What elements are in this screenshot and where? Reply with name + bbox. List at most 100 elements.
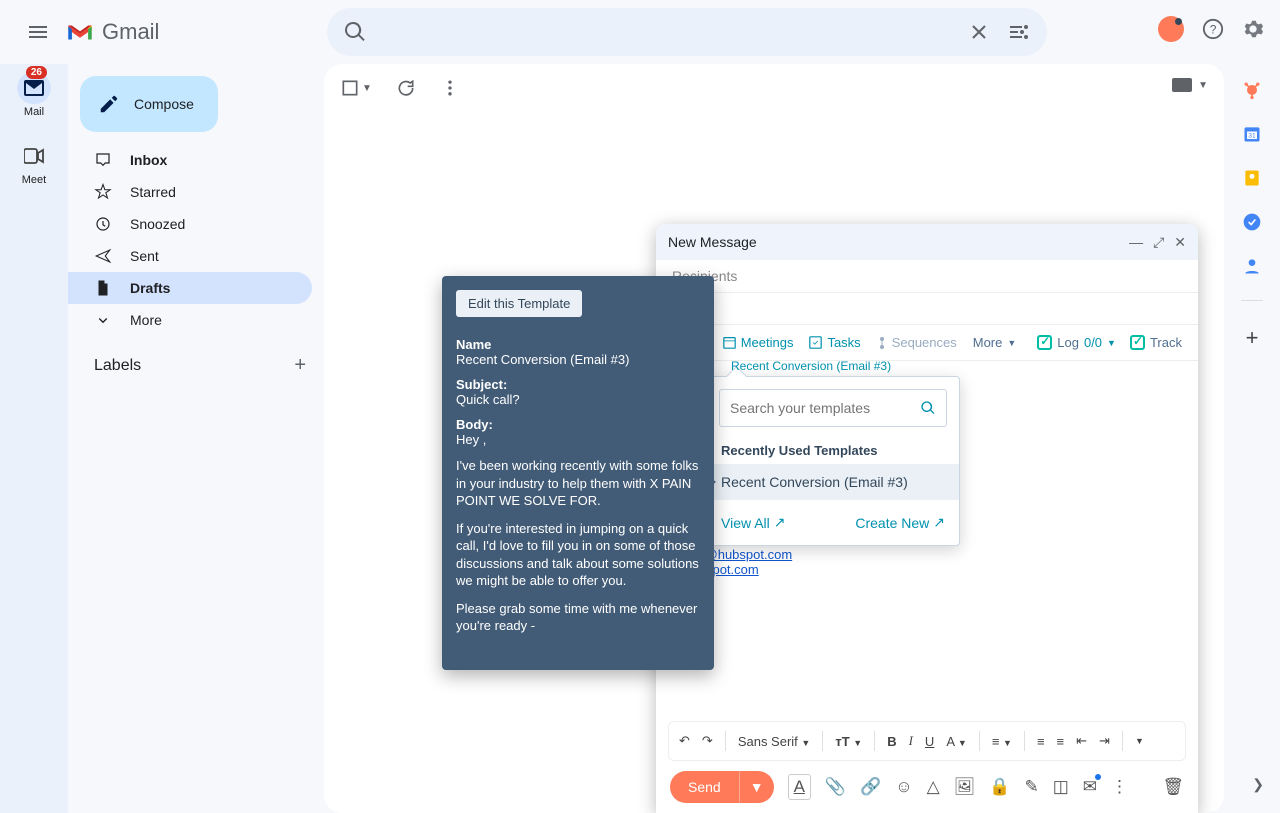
align-icon[interactable]: ≡ ▼	[992, 734, 1012, 749]
refresh-icon[interactable]	[396, 78, 416, 98]
mail-badge: 26	[26, 66, 47, 79]
rail-meet[interactable]: Meet	[17, 140, 51, 186]
search-bar[interactable]	[327, 8, 1047, 56]
main-menu-button[interactable]	[26, 20, 50, 44]
link-icon[interactable]: 🔗	[860, 777, 881, 797]
minimize-button[interactable]: —	[1129, 234, 1143, 251]
preview-name-label: Name	[456, 337, 700, 352]
subject-field[interactable]	[656, 293, 1198, 325]
compose-title: New Message	[668, 234, 757, 250]
preview-subject-label: Subject:	[456, 377, 700, 392]
labels-header: Labels	[94, 357, 141, 375]
nav-drafts[interactable]: Drafts	[68, 272, 312, 304]
font-size-icon[interactable]: тT ▼	[835, 734, 862, 749]
nav-more[interactable]: More	[68, 304, 312, 336]
discard-icon[interactable]: 🗑	[1162, 777, 1184, 797]
fullscreen-button[interactable]: ⤢	[1153, 234, 1164, 251]
hs-sequences[interactable]: Sequences	[877, 335, 957, 350]
search-icon[interactable]	[343, 20, 367, 44]
hs-log[interactable]: Log 0/0 ▼	[1037, 335, 1116, 350]
drive-icon[interactable]: △	[927, 777, 940, 797]
hubspot-icon[interactable]	[1158, 16, 1184, 42]
hs-track[interactable]: Track	[1130, 335, 1182, 350]
hubspot-toolbar: plates Meetings Tasks Sequences More ▼ L…	[656, 325, 1198, 361]
recipients-field[interactable]: Recipients	[656, 260, 1198, 293]
bullet-list-icon[interactable]: ≡	[1057, 734, 1065, 749]
input-tools-button[interactable]: ▼	[1172, 78, 1208, 92]
compose-label: Compose	[134, 96, 194, 112]
nav-inbox[interactable]: Inbox	[68, 144, 312, 176]
contacts-side-icon[interactable]	[1242, 256, 1262, 276]
layout-icon[interactable]: ◫	[1053, 777, 1069, 797]
format-toolbar: ↶ ↷ Sans Serif ▼ тT ▼ B I U A ▼ ≡ ▼ ≡ ≡ …	[668, 721, 1186, 761]
italic-icon[interactable]: I	[909, 733, 913, 749]
compose-button[interactable]: Compose	[80, 76, 218, 132]
calendar-side-icon[interactable]: 31	[1242, 124, 1262, 144]
send-button[interactable]: Send▼	[670, 771, 774, 803]
clear-search-icon[interactable]	[967, 20, 991, 44]
hs-more[interactable]: More ▼	[973, 335, 1017, 350]
indent-icon[interactable]: ⇥	[1099, 733, 1110, 749]
support-icon[interactable]: ?	[1202, 18, 1224, 40]
settings-icon[interactable]	[1242, 18, 1264, 40]
nav-sent[interactable]: Sent	[68, 240, 312, 272]
add-addon-button[interactable]: +	[1246, 325, 1259, 351]
template-preview-tooltip: Edit this Template Name Recent Conversio…	[442, 276, 714, 670]
emoji-icon[interactable]: ☺	[895, 777, 912, 797]
text-color-icon[interactable]: A ▼	[946, 734, 967, 749]
tasks-side-icon[interactable]	[1242, 212, 1262, 232]
select-all-checkbox[interactable]: ▼	[340, 78, 372, 98]
nav-snoozed[interactable]: Snoozed	[68, 208, 312, 240]
template-search-icon[interactable]	[920, 400, 936, 416]
template-item-1[interactable]: Recent Conversion (Email #3)	[707, 464, 959, 500]
gmail-logo[interactable]: Gmail	[66, 19, 159, 45]
text-format-icon[interactable]: A	[788, 774, 811, 800]
app-name: Gmail	[102, 19, 159, 45]
template-search[interactable]	[719, 389, 947, 427]
redo-icon[interactable]: ↷	[702, 733, 713, 749]
font-select[interactable]: Sans Serif ▼	[738, 734, 811, 749]
preview-body-p2: If you're interested in jumping on a qui…	[456, 520, 700, 590]
recent-templates-header: Recently Used Templates	[707, 439, 959, 464]
confidential-icon[interactable]: 🔒	[989, 777, 1010, 797]
search-options-icon[interactable]	[1007, 20, 1031, 44]
edit-template-button[interactable]: Edit this Template	[456, 290, 582, 317]
view-all-templates[interactable]: View All ↗	[721, 514, 786, 531]
hubspot-side-icon[interactable]	[1242, 80, 1262, 100]
hide-panel-button[interactable]: ❯	[1252, 776, 1264, 793]
templates-popover: Recent Conversion (Email #3) Recently Us…	[706, 376, 960, 546]
create-new-template[interactable]: Create New ↗	[855, 514, 945, 531]
rail-meet-label: Meet	[22, 174, 46, 186]
format-more-icon[interactable]: ▼	[1135, 736, 1144, 746]
close-compose-button[interactable]: ✕	[1174, 234, 1186, 251]
attach-icon[interactable]: 📎	[825, 777, 846, 797]
svg-text:?: ?	[1210, 23, 1217, 37]
preview-body-p3: Please grab some time with me whenever y…	[456, 600, 700, 635]
nav-starred[interactable]: Starred	[68, 176, 312, 208]
more-icon[interactable]	[440, 78, 460, 98]
bold-icon[interactable]: B	[887, 734, 896, 749]
rail-mail-label: Mail	[24, 106, 44, 118]
compose-more-icon[interactable]: ⋮	[1111, 777, 1128, 797]
preview-body-greet: Hey ,	[456, 432, 700, 447]
signature-icon[interactable]: ✎	[1024, 777, 1038, 797]
hs-meetings[interactable]: Meetings	[723, 335, 794, 350]
template-strip-title: Recent Conversion (Email #3)	[731, 359, 891, 373]
undo-icon[interactable]: ↶	[679, 733, 690, 749]
outdent-icon[interactable]: ⇤	[1076, 733, 1087, 749]
add-label-button[interactable]: +	[294, 354, 306, 377]
svg-text:31: 31	[1248, 132, 1256, 139]
schedule-icon[interactable]: ✉	[1083, 777, 1097, 797]
search-input[interactable]	[379, 24, 955, 41]
underline-icon[interactable]: U	[925, 734, 934, 749]
rail-mail[interactable]: 26 Mail	[17, 72, 51, 118]
preview-name-value: Recent Conversion (Email #3)	[456, 352, 700, 367]
hs-tasks[interactable]: Tasks	[809, 335, 860, 350]
preview-subject-value: Quick call?	[456, 392, 700, 407]
image-icon[interactable]: 🖼	[954, 777, 976, 797]
numbered-list-icon[interactable]: ≡	[1037, 734, 1045, 749]
keep-side-icon[interactable]	[1242, 168, 1262, 188]
preview-body-label: Body:	[456, 417, 700, 432]
rail-separator	[1241, 300, 1263, 301]
template-search-input[interactable]	[730, 400, 920, 416]
